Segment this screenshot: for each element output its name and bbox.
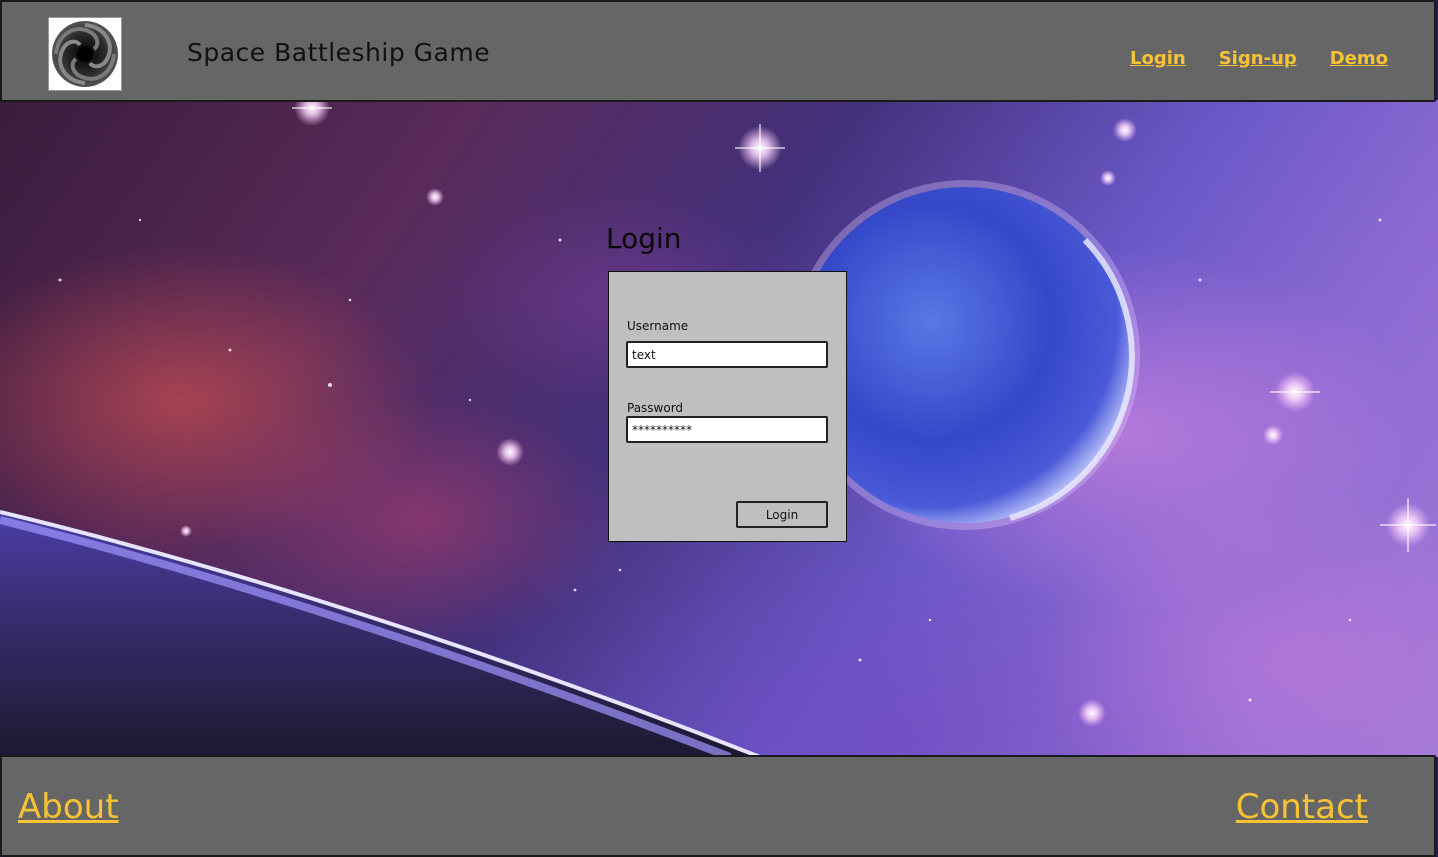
footer-contact-link[interactable]: Contact [1236, 787, 1368, 827]
nav-signup-link[interactable]: Sign-up [1219, 48, 1297, 69]
login-submit-button[interactable]: Login [736, 501, 828, 528]
password-label: Password [627, 401, 684, 415]
login-form-panel: Username Password Login [608, 271, 847, 542]
nav-login-link[interactable]: Login [1130, 48, 1186, 69]
footer-bar: About Contact [0, 755, 1436, 857]
logo[interactable] [48, 17, 122, 91]
nav-demo-link[interactable]: Demo [1330, 48, 1388, 69]
username-input[interactable] [626, 341, 828, 368]
username-label: Username [627, 319, 689, 333]
footer-about-link[interactable]: About [18, 787, 119, 827]
login-heading: Login [606, 222, 682, 255]
password-input[interactable] [626, 416, 828, 443]
black-hole-logo-icon [52, 21, 118, 87]
top-nav: Login Sign-up Demo [1130, 48, 1388, 69]
header-bar: Space Battleship Game Login Sign-up Demo [0, 0, 1436, 102]
site-title: Space Battleship Game [187, 38, 491, 67]
